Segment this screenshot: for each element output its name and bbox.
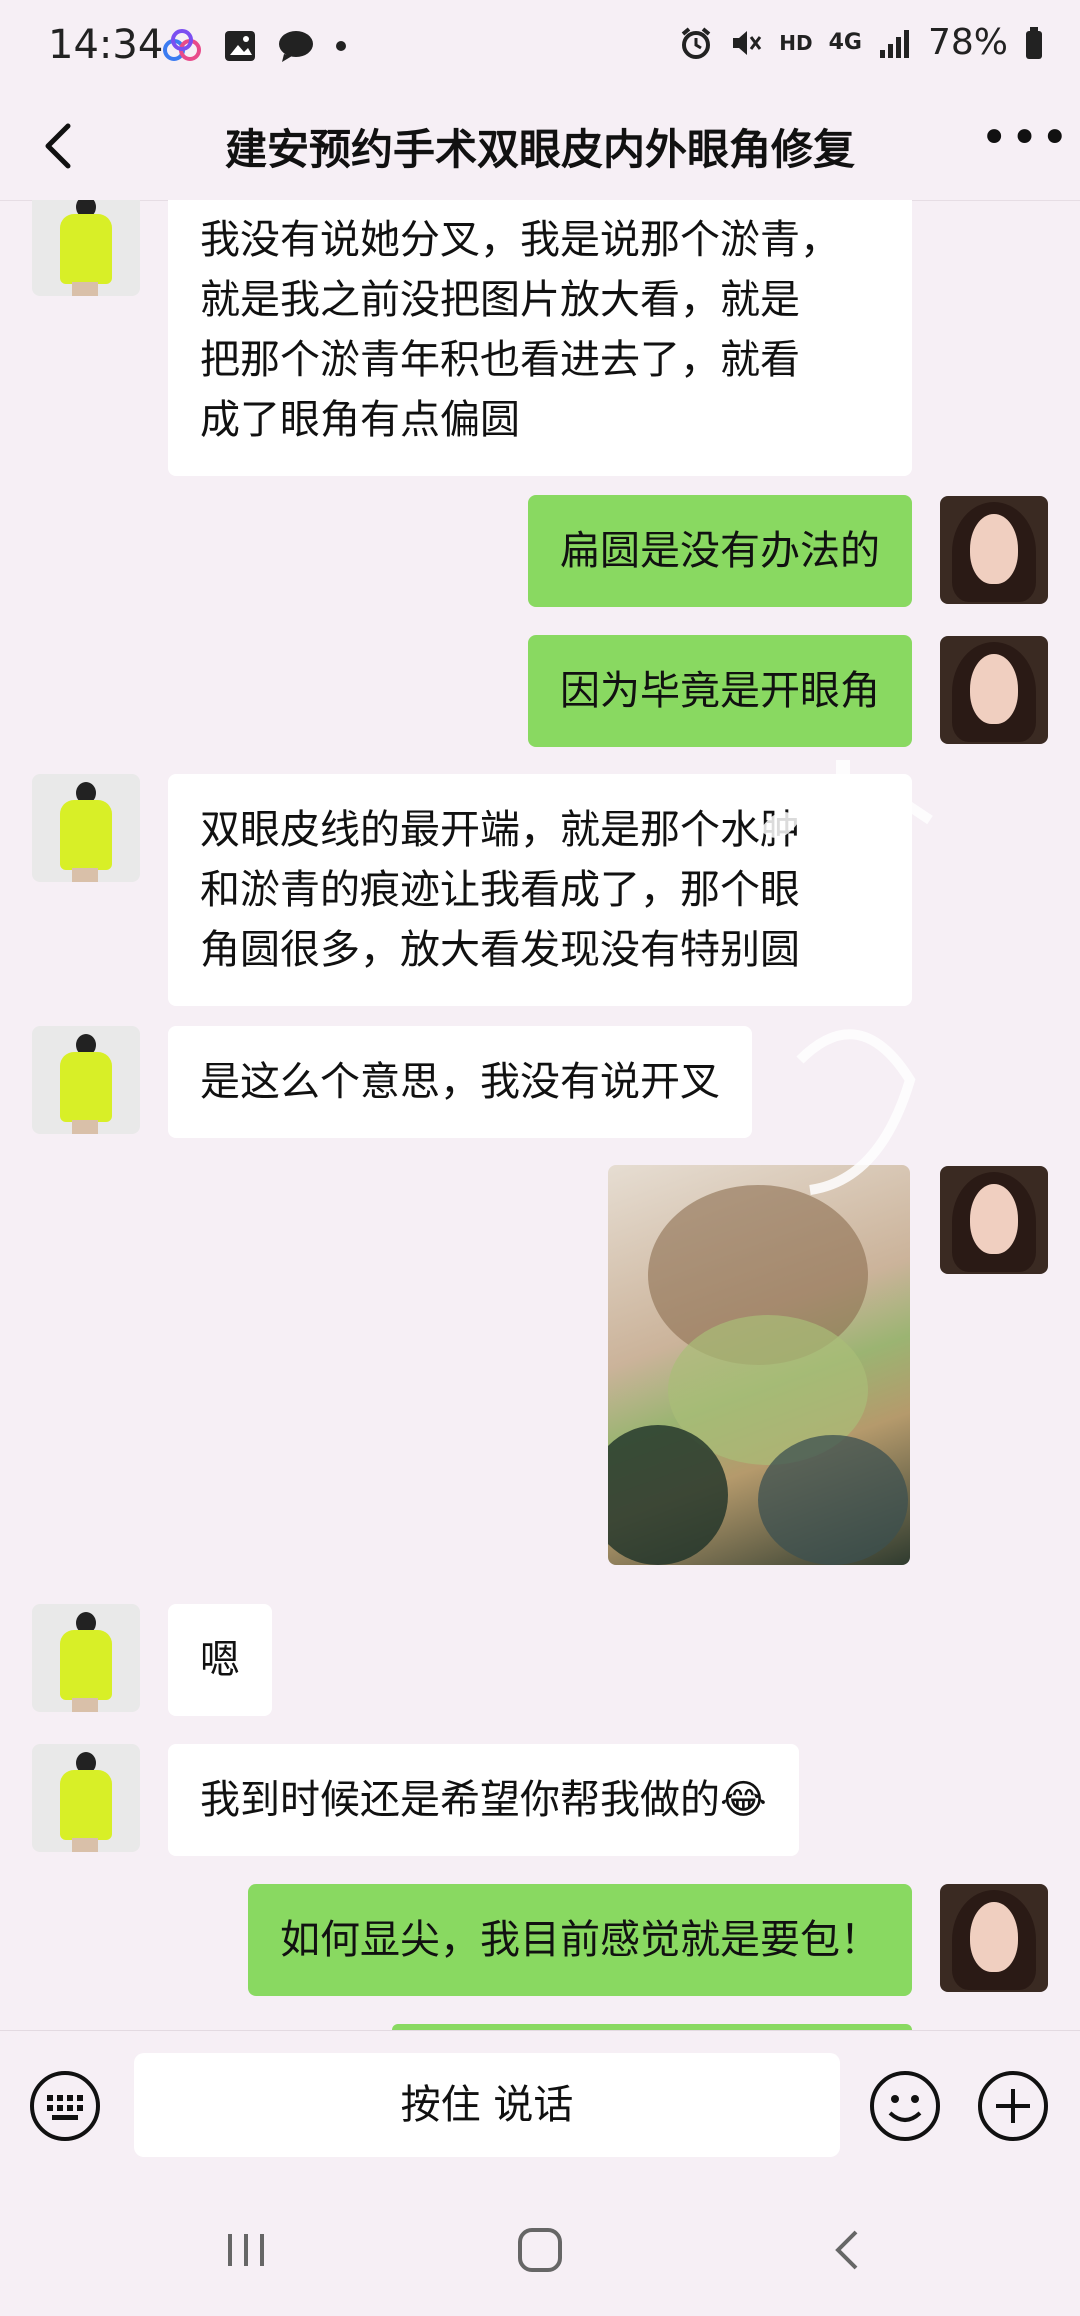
hold-to-talk-button[interactable]: 按住 说话 (134, 2053, 840, 2157)
keyboard-toggle-button[interactable] (28, 2069, 102, 2143)
my-avatar[interactable] (940, 496, 1048, 604)
chat-title: 建安预约手术双眼皮内外眼角修复 (224, 125, 855, 174)
contact-avatar[interactable] (32, 1604, 140, 1712)
message-bubble[interactable]: 如何显尖，我目前感觉就是要包！ (248, 1884, 912, 1996)
chat-icon (279, 31, 313, 62)
more-actions-button[interactable] (976, 2069, 1050, 2143)
image-message[interactable] (608, 1165, 910, 1565)
status-right: HD 4G 78% (679, 22, 1044, 63)
back-nav-button[interactable] (818, 2220, 878, 2280)
plus-icon (978, 2071, 1048, 2141)
emoji-icon (870, 2071, 940, 2141)
message-bubble[interactable]: 是这么个意思，我没有说开叉 (168, 1026, 752, 1138)
back-icon (835, 2230, 858, 2270)
contact-avatar[interactable] (32, 200, 140, 296)
contact-avatar[interactable] (32, 774, 140, 882)
chat-list[interactable]: 我没有说她分叉，我是说那个淤青， 就是我之前没把图片放大看，就是 把那个淤青年积… (0, 200, 1080, 2030)
back-button[interactable] (28, 114, 92, 178)
more-options-button[interactable]: ••• (980, 114, 1069, 178)
dot-icon (336, 41, 346, 51)
system-nav-bar (0, 2180, 1080, 2316)
keyboard-icon (30, 2071, 100, 2141)
alarm-icon (681, 26, 711, 59)
recents-icon (228, 2234, 264, 2266)
recents-button[interactable] (216, 2220, 276, 2280)
message-bubble[interactable]: 因为毕竟是开眼角 (528, 635, 912, 747)
message-bubble[interactable]: 我没有说她分叉，我是说那个淤青， 就是我之前没把图片放大看，就是 把那个淤青年积… (168, 200, 912, 476)
image-icon (225, 31, 255, 61)
battery-percent: 78% (927, 22, 1008, 63)
more-icon: ••• (980, 110, 1071, 166)
contact-avatar[interactable] (32, 1026, 140, 1134)
emoji-button[interactable] (868, 2069, 942, 2143)
4g-icon: 4G (828, 30, 862, 55)
battery-icon (1026, 26, 1042, 59)
home-icon (518, 2228, 562, 2272)
message-bubble[interactable]: 嗯 (168, 1604, 272, 1716)
status-left-icons (160, 28, 348, 64)
my-avatar[interactable] (940, 636, 1048, 744)
contact-avatar[interactable] (32, 1744, 140, 1852)
message-bubble[interactable]: 双眼皮线的最开端，就是那个水肿 和淤青的痕迹让我看成了，那个眼 角圆很多，放大看… (168, 774, 912, 1006)
input-bar: 按住 说话 (0, 2030, 1080, 2181)
message-bubble[interactable]: 我到时候还是希望你帮我做的😂 (168, 1744, 799, 1856)
chat-header: 建安预约手术双眼皮内外眼角修复 ••• (0, 96, 1080, 201)
status-bar: 14:34 HD 4G 78% (0, 0, 1080, 96)
my-avatar[interactable] (940, 1166, 1048, 1274)
mute-icon (733, 30, 762, 55)
status-time: 14:34 (48, 22, 164, 68)
my-avatar[interactable] (940, 1884, 1048, 1992)
cloud-icon (163, 29, 201, 61)
message-bubble[interactable]: 扁圆是没有办法的 (528, 495, 912, 607)
hd-icon: HD (779, 30, 813, 55)
chevron-left-icon (45, 123, 71, 169)
home-button[interactable] (510, 2220, 570, 2280)
signal-icon (879, 29, 909, 58)
